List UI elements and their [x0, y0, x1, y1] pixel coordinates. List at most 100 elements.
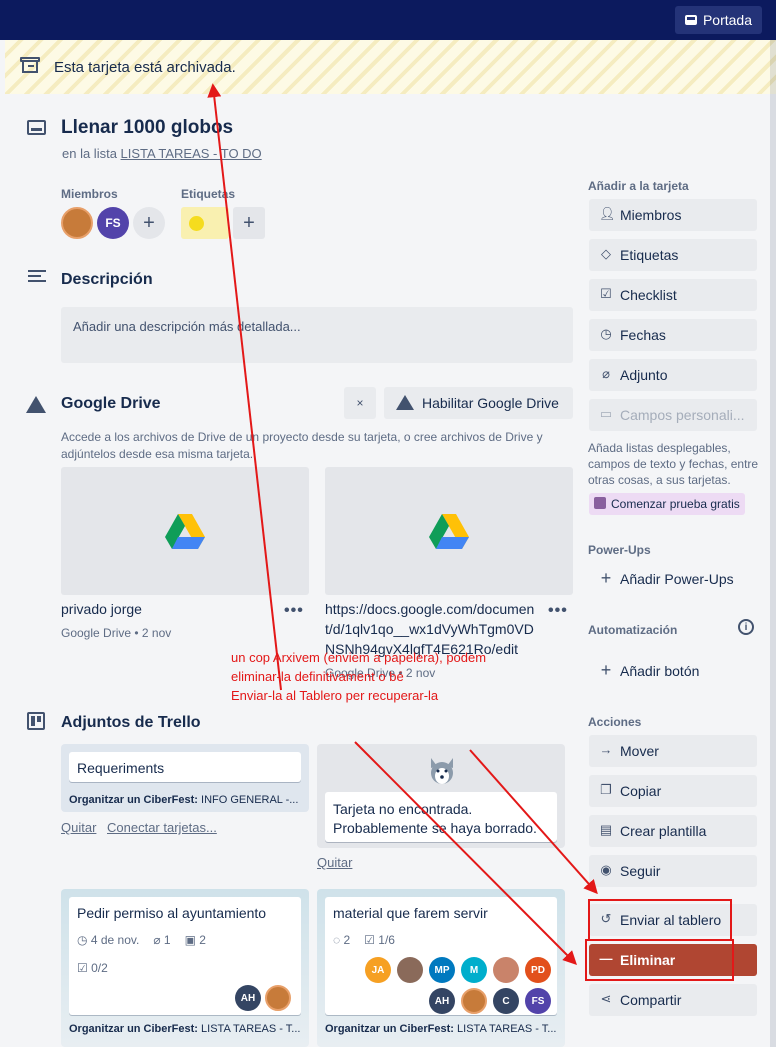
description-input[interactable]: Añadir una descripción más detallada... — [61, 307, 573, 363]
card-icon — [27, 120, 46, 135]
comments-badge: ◌ 2 — [333, 933, 351, 947]
portada-button[interactable]: Portada — [674, 6, 762, 34]
sidebar-labels-button[interactable]: ◇ Etiquetas — [589, 239, 757, 271]
checkbox-icon: ☑ — [600, 286, 612, 301]
attached-card[interactable]: material que farem servir ◌ 2 ☑ 1/6 JA M… — [325, 897, 557, 1015]
trello-attachment-card[interactable]: Pedir permiso al ayuntamiento ◷ 4 de nov… — [61, 889, 309, 1047]
drive-file-thumbnail[interactable] — [61, 467, 309, 595]
copy-icon: ❐ — [600, 782, 612, 797]
google-drive-logo-icon — [165, 514, 205, 549]
avatar-fs[interactable]: FS — [525, 988, 551, 1014]
labels-label: Etiquetas — [181, 187, 236, 201]
avatar[interactable] — [461, 988, 487, 1014]
google-drive-title: Google Drive — [61, 395, 161, 412]
board-line: Organitzar un CiberFest: INFO GENERAL -.… — [69, 794, 299, 806]
avatar-m[interactable]: M — [461, 957, 487, 983]
sidebar-custom-fields-button[interactable]: ▭ Campos personali... — [589, 399, 757, 431]
avatar-fs[interactable]: FS — [97, 207, 129, 239]
list-link[interactable]: LISTA TAREAS - TO DO — [121, 146, 262, 161]
drive-file-meta: Google Drive • 2 nov — [61, 626, 172, 640]
archived-banner: Esta tarjeta está archivada. — [5, 40, 776, 94]
annotation-text: un cop Arxivem (enviem a papelera), pode… — [231, 650, 487, 703]
portada-label: Portada — [702, 12, 752, 28]
avatar[interactable] — [397, 957, 423, 983]
sidebar-checklist-button[interactable]: ☑ Checklist — [589, 279, 757, 311]
trello-icon — [27, 712, 45, 730]
briefcase-icon — [594, 497, 606, 509]
sidebar-attachment-button[interactable]: ⌀ Adjunto — [589, 359, 757, 391]
cards-badge: ▣ 2 — [184, 933, 206, 947]
more-options-icon[interactable]: ••• — [548, 602, 568, 620]
enable-google-drive-button[interactable]: Habilitar Google Drive — [384, 387, 573, 419]
trello-attachment-card[interactable]: Tarjeta no encontrada. Probablemente se … — [317, 744, 565, 848]
more-options-icon[interactable]: ••• — [284, 602, 304, 620]
fields-icon: ▭ — [599, 406, 613, 421]
google-drive-icon — [396, 395, 414, 410]
remove-link[interactable]: Quitar — [61, 820, 96, 835]
checkbox-icon: ☑ — [77, 961, 88, 975]
trello-attachment-card[interactable]: Requeriments Organitzar un CiberFest: IN… — [61, 744, 309, 812]
avatar-ah[interactable]: AH — [235, 985, 261, 1011]
share-button[interactable]: ⋖ Compartir — [589, 984, 757, 1016]
add-powerups-button[interactable]: + Añadir Power-Ups — [589, 563, 757, 595]
move-button[interactable]: → Mover — [589, 735, 757, 767]
avatar-c[interactable]: C — [493, 988, 519, 1014]
husky-icon — [427, 756, 457, 786]
add-label-button[interactable]: + — [233, 207, 265, 239]
automation-label: Automatización — [588, 623, 678, 637]
custom-fields-note: Añada listas desplegables, campos de tex… — [588, 441, 759, 487]
in-list-text: en la lista LISTA TAREAS - TO DO — [62, 146, 262, 161]
date-badge: ◷ 4 de nov. — [77, 933, 140, 947]
add-member-button[interactable]: + — [133, 207, 165, 239]
sidebar-members-button[interactable]: 👤︎ Miembros — [589, 199, 757, 231]
actions-label: Acciones — [588, 715, 642, 729]
checklist-badge: ☑ 0/2 — [77, 961, 108, 975]
tag-icon: ◇ — [601, 246, 611, 261]
close-drive-button[interactable]: × — [344, 387, 376, 419]
trello-attachments-title: Adjuntos de Trello — [61, 714, 201, 731]
start-trial-button[interactable]: Comenzar prueba gratis — [589, 493, 745, 515]
archive-icon — [20, 57, 40, 73]
avatar-pd[interactable]: PD — [525, 957, 551, 983]
remove-link[interactable]: Quitar — [317, 855, 352, 870]
drive-file-name[interactable]: privado jorge — [61, 599, 142, 619]
card-cover-icon — [684, 15, 697, 25]
info-icon[interactable]: i — [738, 619, 754, 635]
attached-card-title: Pedir permiso al ayuntamiento — [77, 905, 267, 921]
attached-card-title[interactable]: Requeriments — [69, 752, 301, 782]
scrollbar-track[interactable] — [770, 40, 776, 1047]
add-to-card-label: Añadir a la tarjeta — [588, 179, 689, 193]
avatar-ja[interactable]: JA — [365, 957, 391, 983]
comment-icon: ◌ — [333, 933, 341, 947]
copy-button[interactable]: ❐ Copiar — [589, 775, 757, 807]
trello-attachment-card[interactable]: material que farem servir ◌ 2 ☑ 1/6 JA M… — [317, 889, 565, 1047]
archived-text: Esta tarjeta está archivada. — [54, 59, 236, 76]
avatar[interactable] — [265, 985, 291, 1011]
attached-card[interactable]: Pedir permiso al ayuntamiento ◷ 4 de nov… — [69, 897, 301, 1015]
clock-icon: ◷ — [600, 326, 612, 341]
plus-icon: + — [600, 660, 612, 680]
drive-file-thumbnail[interactable] — [325, 467, 573, 595]
members-label: Miembros — [61, 187, 118, 201]
card-title[interactable]: Llenar 1000 globos — [61, 117, 233, 139]
template-icon: ▤ — [599, 822, 613, 837]
avatar-ah[interactable]: AH — [429, 988, 455, 1014]
label-chip-yellow[interactable] — [181, 207, 229, 239]
powerups-label: Power-Ups — [588, 543, 651, 557]
card-badges: ◷ 4 de nov. ⌀ 1 ▣ 2 — [77, 933, 206, 947]
create-template-button[interactable]: ▤ Crear plantilla — [589, 815, 757, 847]
follow-button[interactable]: ◉ Seguir — [589, 855, 757, 887]
connect-cards-link[interactable]: Conectar tarjetas... — [107, 820, 217, 835]
share-icon: ⋖ — [600, 991, 612, 1006]
plus-icon: + — [600, 568, 612, 588]
clock-icon: ◷ — [77, 933, 88, 947]
google-drive-description: Accede a los archivos de Drive de un pro… — [61, 430, 543, 461]
add-button-button[interactable]: + Añadir botón — [589, 655, 757, 687]
avatar[interactable] — [493, 957, 519, 983]
avatar[interactable] — [61, 207, 93, 239]
sidebar-dates-button[interactable]: ◷ Fechas — [589, 319, 757, 351]
trello-card-icon: ▣ — [184, 933, 196, 947]
annotation-highlight-delete — [585, 939, 734, 981]
card-not-found: Tarjeta no encontrada. Probablemente se … — [325, 792, 557, 842]
avatar-mp[interactable]: MP — [429, 957, 455, 983]
